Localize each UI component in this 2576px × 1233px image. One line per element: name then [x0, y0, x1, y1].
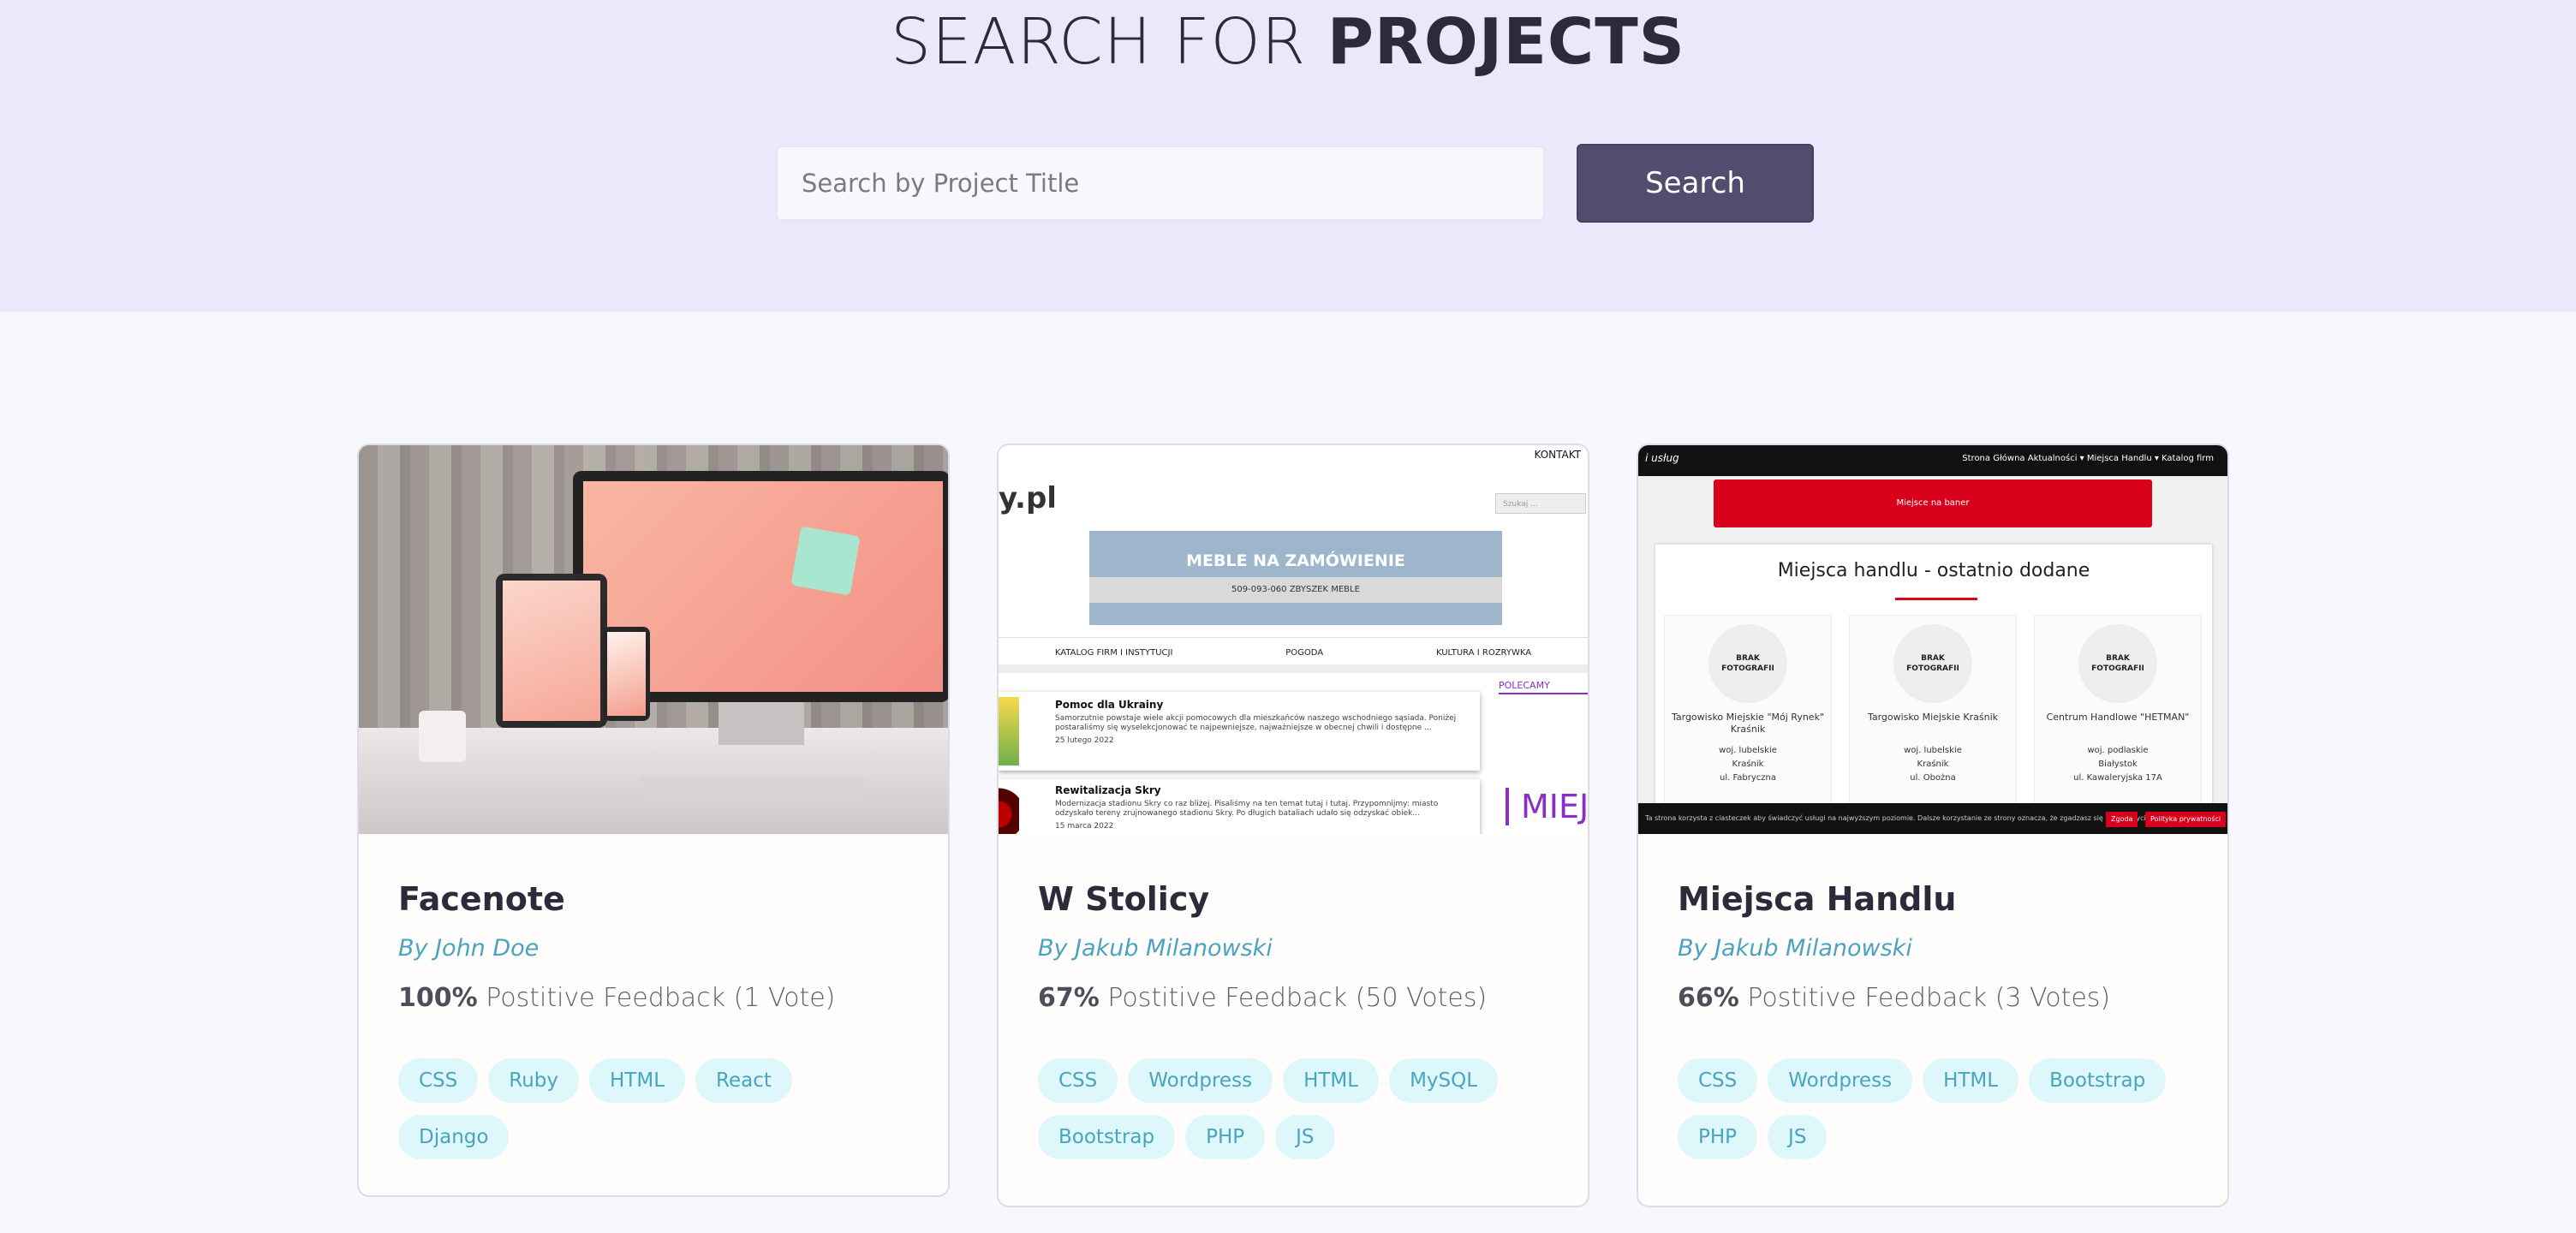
tag-list: CSS Wordpress HTML MySQL Bootstrap PHP J…: [1038, 1058, 1552, 1159]
thumb-logo: y.pl: [999, 481, 1057, 515]
tag: Ruby: [488, 1058, 580, 1103]
thumb-text: Polityka prywatności: [2145, 812, 2227, 827]
project-card[interactable]: i usług Strona Główna Aktualności ▾ Miej…: [1637, 444, 2229, 1207]
project-thumbnail[interactable]: KONTAKT y.pl Szukaj ... MEBLE NA ZAMÓWIE…: [999, 445, 1588, 834]
project-thumbnail[interactable]: [359, 445, 948, 834]
project-author[interactable]: By John Doe: [398, 935, 539, 962]
tag: HTML: [589, 1058, 686, 1103]
thumb-logo: i usług: [1645, 452, 1679, 464]
tag: Django: [398, 1115, 510, 1159]
tag: PHP: [1678, 1115, 1758, 1159]
thumb-nav: Strona Główna Aktualności ▾ Miejsca Hand…: [1962, 454, 2214, 463]
project-feedback: 100% Postitive Feedback (1 Vote): [398, 983, 836, 1013]
tag: CSS: [1038, 1058, 1118, 1103]
thumb-text: 15 marca 2022: [1055, 822, 1114, 831]
project-author[interactable]: By Jakub Milanowski: [1678, 935, 1912, 962]
thumb-nav: KATALOG FIRM I INSTYTUCJI POGODA KULTURA…: [999, 637, 1588, 658]
project-title[interactable]: Facenote: [398, 880, 565, 918]
thumb-text: POLECAMY: [1499, 680, 1588, 694]
tag-list: CSS Ruby HTML React Django: [398, 1058, 912, 1159]
thumb-text: MEBLE NA ZAMÓWIENIE: [1186, 551, 1405, 570]
thumb-item: BRAK FOTOGRAFII Centrum Handlowe "HETMAN…: [2034, 615, 2202, 834]
project-feedback: 67% Postitive Feedback (50 Votes): [1038, 983, 1488, 1013]
project-feedback: 66% Postitive Feedback (3 Votes): [1678, 983, 2111, 1013]
project-card[interactable]: KONTAKT y.pl Szukaj ... MEBLE NA ZAMÓWIE…: [997, 444, 1589, 1207]
thumb-search: Szukaj ...: [1495, 493, 1586, 514]
hero-section: SEARCH FOR PROJECTS Search: [0, 0, 2576, 312]
tag: React: [695, 1058, 792, 1103]
thumb-text: Pomoc dla Ukrainy: [1055, 699, 1164, 711]
thumb-item: BRAK FOTOGRAFII Targowisko Miejskie Kraś…: [1849, 615, 2017, 834]
project-title[interactable]: Miejsca Handlu: [1678, 880, 1956, 918]
tag: JS: [1275, 1115, 1335, 1159]
tag: Bootstrap: [1038, 1115, 1176, 1159]
page-title: SEARCH FOR PROJECTS: [891, 5, 1685, 79]
project-author[interactable]: By Jakub Milanowski: [1038, 935, 1273, 962]
thumb-text: 509-093-060 ZBYSZEK MEBLE: [1089, 577, 1502, 603]
tag: MySQL: [1389, 1058, 1499, 1103]
thumb-text: Zgoda: [2106, 812, 2138, 827]
thumb-text: Modernizacja stadionu Skry co raz bliżej…: [1055, 800, 1439, 818]
thumb-cookie-bar: Ta strona korzysta z ciasteczek aby świa…: [1638, 803, 2227, 834]
project-thumbnail[interactable]: i usług Strona Główna Aktualności ▾ Miej…: [1638, 445, 2227, 834]
search-button[interactable]: Search: [1577, 144, 1814, 223]
search-input[interactable]: [776, 146, 1545, 221]
tag: Wordpress: [1768, 1058, 1913, 1103]
tag: HTML: [1283, 1058, 1380, 1103]
tag: Bootstrap: [2029, 1058, 2167, 1103]
thumb-text: Rewitalizacja Skry: [1055, 784, 1161, 796]
tag: CSS: [1678, 1058, 1758, 1103]
thumb-item: BRAK FOTOGRAFII Targowisko Miejskie "Mój…: [1664, 615, 1832, 834]
tag: HTML: [1923, 1058, 2019, 1103]
project-card[interactable]: Facenote By John Doe 100% Postitive Feed…: [357, 444, 950, 1197]
project-title[interactable]: W Stolicy: [1038, 880, 1209, 918]
thumb-text: Miejsca handlu - ostatnio dodane: [1777, 560, 2090, 581]
thumb-text: MIEJ: [1506, 788, 1588, 825]
tag: PHP: [1185, 1115, 1266, 1159]
tag: Wordpress: [1128, 1058, 1273, 1103]
thumb-text: 25 lutego 2022: [1055, 736, 1114, 745]
thumb-text: Samorzutnie powstaje wiele akcji pomocow…: [1055, 714, 1457, 732]
thumb-text: Miejsce na baner: [1714, 480, 2152, 527]
tag: CSS: [398, 1058, 479, 1103]
tag-list: CSS Wordpress HTML Bootstrap PHP JS: [1678, 1058, 2191, 1159]
tag: JS: [1768, 1115, 1828, 1159]
thumb-text: KONTAKT: [1534, 449, 1581, 461]
